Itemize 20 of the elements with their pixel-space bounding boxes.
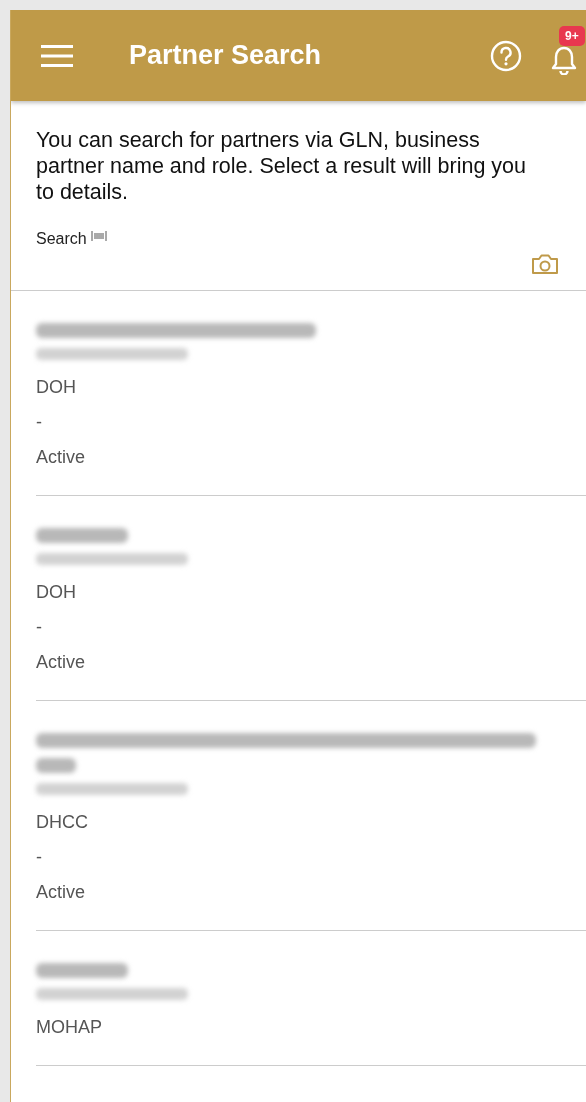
camera-icon[interactable] bbox=[530, 252, 560, 276]
bell-icon[interactable] bbox=[550, 44, 578, 75]
partner-role: DHCC bbox=[36, 811, 89, 834]
search-field[interactable]: Search bbox=[11, 205, 586, 291]
partner-role: DOH bbox=[36, 581, 77, 604]
help-icon[interactable] bbox=[490, 39, 522, 72]
partner-status: Active bbox=[36, 651, 87, 674]
partner-role: MOHAP bbox=[36, 1016, 103, 1039]
screen-title: Partner Search bbox=[129, 40, 323, 71]
barcode-icon[interactable] bbox=[90, 230, 107, 242]
separator-text: - bbox=[36, 846, 43, 869]
separator-text: - bbox=[36, 616, 43, 639]
partner-role: DOH bbox=[36, 376, 77, 399]
intro-text: You can search for partners via GLN, business partner name and role. Select a result will bring you to details. bbox=[35, 127, 527, 205]
partner-status: Active bbox=[36, 446, 87, 469]
notification-badge: 9+ bbox=[559, 25, 585, 46]
field-label: Search bbox=[36, 230, 87, 248]
menu-icon[interactable] bbox=[41, 44, 73, 67]
partner-status: Active bbox=[36, 881, 87, 904]
separator-text: - bbox=[36, 411, 43, 434]
